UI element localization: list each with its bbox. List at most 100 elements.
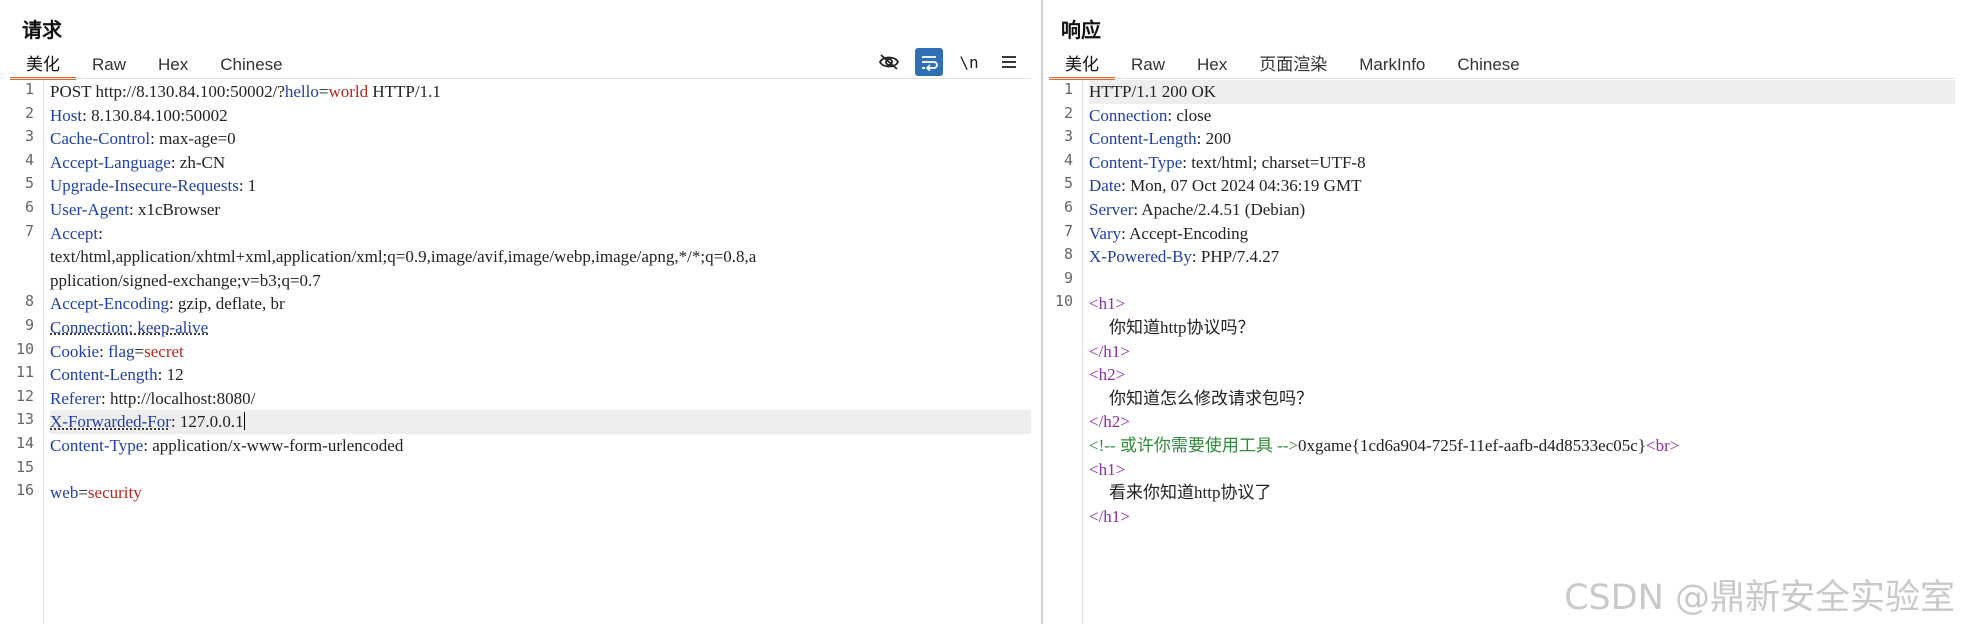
cookie-key: flag (108, 341, 135, 361)
header-line: Content-Length: 12 (50, 363, 1031, 387)
response-pane: 响应 美化 Raw Hex 页面渲染 MarkInfo Chinese 1 2 … (1045, 0, 1961, 624)
response-tab-markinfo[interactable]: MarkInfo (1343, 54, 1441, 80)
hide-nonprintable-button[interactable] (875, 48, 903, 76)
html-tag: <br> (1645, 436, 1680, 455)
response-tab-chinese[interactable]: Chinese (1441, 54, 1535, 80)
html-comment: <!-- 或许你需要使用工具 --> (1089, 436, 1298, 455)
line-number: 4 (24, 150, 34, 169)
request-tab-hex[interactable]: Hex (142, 54, 204, 80)
cookie-equals: = (134, 341, 145, 361)
response-line-gutter: 1 2 3 4 5 6 7 8 9 10 (1049, 80, 1083, 624)
body-param-equals: = (78, 483, 88, 503)
response-tab-render[interactable]: 页面渲染 (1243, 54, 1343, 80)
line-number: 16 (15, 481, 34, 500)
header-line: Host: 8.130.84.100:50002 (50, 104, 1031, 128)
header-value: : Mon, 07 Oct 2024 04:36:19 GMT (1121, 176, 1362, 196)
response-tab-hex[interactable]: Hex (1181, 54, 1243, 80)
header-key: Host (50, 105, 83, 125)
line-number: 5 (1063, 174, 1073, 193)
line-number: 8 (24, 292, 34, 311)
response-tab-raw[interactable]: Raw (1115, 54, 1181, 80)
header-line: Cookie: flag=secret (50, 340, 1031, 364)
header-line: Cache-Control: max-age=0 (50, 127, 1031, 151)
response-tabs: 美化 Raw Hex 页面渲染 MarkInfo Chinese (1049, 52, 1536, 80)
hamburger-menu-icon (1001, 55, 1017, 69)
flag-text: 0xgame{1cd6a904-725f-11ef-aafb-d4d8533ec… (1297, 436, 1646, 455)
line-number: 8 (1063, 245, 1073, 264)
request-tab-raw[interactable]: Raw (76, 54, 142, 80)
header-value: : 127.0.0.1 (170, 412, 244, 432)
header-value: : text/html; charset=UTF-8 (1182, 152, 1366, 172)
line-number: 3 (24, 127, 34, 146)
header-key: Content-Length (1089, 129, 1197, 149)
header-key: Content-Type (1089, 152, 1183, 172)
header-value: : http://localhost:8080/ (100, 388, 256, 408)
header-line: Upgrade-Insecure-Requests: 1 (50, 174, 1031, 198)
line-number: 2 (24, 103, 34, 122)
request-tab-pretty[interactable]: 美化 (10, 54, 76, 80)
eye-slash-icon (878, 53, 900, 71)
request-title: 请求 (22, 20, 62, 42)
html-text: 你知道http协议吗？ (1109, 318, 1255, 337)
header-key: Accept-Language (50, 152, 171, 172)
response-tabs-divider (1049, 78, 1955, 79)
line-number: 1 (1063, 80, 1073, 98)
line-number: 3 (1063, 127, 1073, 146)
header-value: : x1cBrowser (128, 200, 221, 219)
menu-button[interactable] (995, 48, 1023, 76)
header-value: : max-age=0 (150, 129, 236, 149)
header-key: Vary (1089, 223, 1122, 243)
header-connection: Connection: keep-alive (50, 318, 209, 337)
request-editor[interactable]: 1 2 3 4 5 6 7 8 9 10 11 12 13 14 15 16 P… (10, 80, 1031, 624)
cookie-value: secret (144, 341, 184, 361)
header-line: User-Agent: x1cBrowser (50, 198, 1031, 222)
response-tab-pretty[interactable]: 美化 (1049, 54, 1115, 80)
word-wrap-button[interactable] (915, 48, 943, 76)
header-line: Referer: http://localhost:8080/ (50, 387, 1031, 411)
header-key: Date (1089, 176, 1122, 196)
line-number: 9 (1063, 268, 1073, 287)
request-tab-chinese[interactable]: Chinese (204, 54, 298, 80)
header-line: Content-Length: 200 (1089, 127, 1955, 151)
query-param-value: world (328, 82, 369, 101)
html-tag: </h1> (1089, 506, 1130, 526)
body-param-key: web (50, 483, 79, 503)
header-line: Connection: close (1089, 104, 1955, 128)
header-value: : zh-CN (170, 152, 226, 172)
header-separator: : (99, 341, 109, 361)
header-key: Cookie (50, 341, 100, 361)
header-line-continuation: text/html,application/xhtml+xml,applicat… (50, 247, 757, 267)
html-text: 看来你知道http协议了 (1109, 483, 1272, 503)
header-key: Upgrade-Insecure-Requests (50, 176, 239, 196)
watermark: CSDN @鼎新安全实验室 (1564, 578, 1955, 618)
response-editor[interactable]: 1 2 3 4 5 6 7 8 9 10 HTTP/1.1 200 OK Con… (1049, 80, 1955, 624)
text-caret (243, 412, 245, 431)
header-value: : 12 (157, 365, 184, 385)
status-line: HTTP/1.1 200 OK (1089, 80, 1955, 104)
line-number: 13 (15, 410, 34, 429)
line-number: 7 (1063, 221, 1073, 240)
header-value: : application/x-www-form-urlencoded (143, 436, 404, 455)
line-number: 6 (24, 198, 34, 216)
request-tabs-divider (10, 78, 1031, 79)
html-comment-line: <!-- 或许你需要使用工具 -->0xgame{1cd6a904-725f-1… (1089, 434, 1955, 458)
html-text: 你知道怎么修改请求包吗？ (1109, 388, 1313, 408)
header-value: : (98, 223, 103, 243)
header-line-continuation: pplication/signed-exchange;v=b3;q=0.7 (50, 270, 321, 290)
html-tag: <h1> (1089, 294, 1126, 314)
line-number: 12 (15, 386, 34, 405)
html-tag: <h2> (1089, 365, 1126, 385)
response-title: 响应 (1061, 20, 1101, 42)
header-key: Server (1089, 200, 1134, 219)
html-tag: <h1> (1089, 459, 1126, 479)
line-number: 15 (15, 457, 34, 476)
header-value: : close (1167, 105, 1212, 125)
line-number: 11 (15, 363, 34, 382)
header-key: X-Powered-By (1089, 247, 1192, 267)
line-number: 4 (1063, 150, 1073, 169)
header-value: : Accept-Encoding (1121, 223, 1249, 243)
http-method: POST (50, 82, 96, 101)
request-url: http://8.130.84.100:50002/? (95, 82, 285, 101)
header-value: : PHP/7.4.27 (1191, 247, 1280, 267)
show-newlines-button[interactable]: \n (955, 48, 983, 76)
